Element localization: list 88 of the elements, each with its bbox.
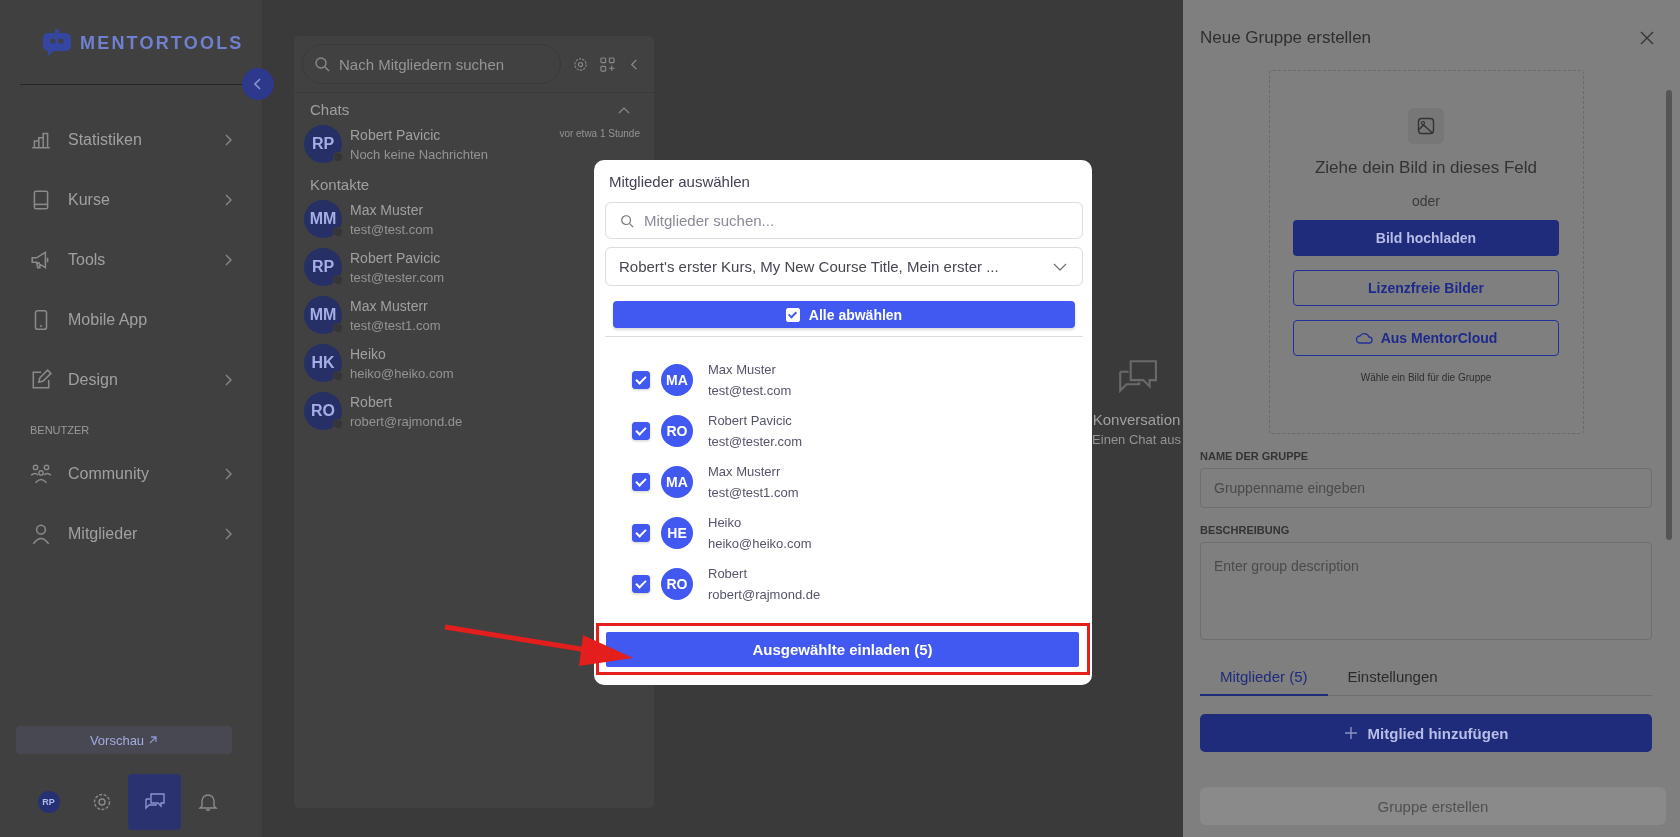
chat-bubbles-icon (143, 792, 166, 812)
empty-state-title: Konversation (1092, 410, 1181, 428)
collapse-sidebar-button[interactable] (242, 68, 274, 100)
image-dropzone[interactable]: Ziehe dein Bild in dieses Feld oder Bild hochladen Lizenzfreie Bilder Aus MentorCloud Wähle ein Bild für die Gruppe (1268, 70, 1584, 434)
chevron-right-icon (224, 194, 232, 206)
member-name: Heiko (708, 514, 743, 530)
brand-name: MENTORTOOLS (80, 32, 244, 54)
tab[interactable]: Mitglieder (5) (1200, 662, 1328, 696)
nav-item[interactable]: Statistiken (30, 110, 242, 170)
add-member-button[interactable]: Mitglied hinzufügen (1200, 714, 1652, 752)
member-checkbox[interactable] (632, 574, 650, 593)
chevron-right-icon (224, 134, 232, 146)
upload-image-button[interactable]: Bild hochladen (1293, 220, 1559, 256)
user-avatar: RO (304, 392, 342, 430)
separator-text: oder (1412, 193, 1440, 209)
scrollbar[interactable] (1666, 90, 1672, 540)
settings-icon (91, 792, 112, 812)
user-avatar: MA (661, 465, 693, 498)
chevron-right-icon (224, 374, 232, 386)
edit-icon (30, 369, 52, 391)
drawer-title: Neue Gruppe erstellen (1200, 28, 1372, 48)
person-icon (30, 523, 52, 545)
member-checkbox[interactable] (632, 370, 650, 389)
member-checkbox[interactable] (632, 523, 650, 542)
user-avatar: MM (304, 200, 342, 238)
member-email: robert@rajmond.de (708, 586, 821, 602)
dialog-title: Mitglieder auswählen (609, 173, 751, 190)
close-icon[interactable] (1640, 31, 1654, 45)
preview-button[interactable]: Vorschau (16, 726, 232, 754)
robot-logo-icon (42, 29, 72, 57)
free-images-button[interactable]: Lizenzfreie Bilder (1293, 270, 1559, 306)
bell-icon (197, 792, 218, 812)
nav-item[interactable]: Mobile App (30, 290, 242, 350)
member-name: Max Musterr (708, 463, 782, 479)
member-name: Robert Pavicic (708, 412, 793, 428)
user-avatar: MA (661, 363, 693, 396)
nav-item[interactable]: Kurse (30, 170, 242, 230)
user-avatar: RO (661, 567, 693, 600)
dropzone-hint: Wähle ein Bild für die Gruppe (1360, 372, 1492, 383)
add-widget-icon[interactable] (600, 56, 615, 72)
member-email: test@test1.com (708, 484, 799, 500)
chevron-left-icon (253, 77, 263, 91)
member-search-field[interactable]: Nach Mitgliedern suchen (302, 44, 561, 84)
chevron-up-icon[interactable] (618, 105, 630, 114)
plus-icon (1343, 726, 1358, 740)
field-label: NAME DER GRUPPE (1200, 450, 1310, 462)
settings-icon[interactable] (573, 56, 588, 72)
deselect-all-button[interactable]: Alle abwählen (613, 301, 1075, 328)
user-avatar: MM (304, 296, 342, 334)
member-email: heiko@heiko.com (708, 535, 812, 551)
section-heading: BENUTZER (30, 423, 91, 438)
section-heading: Chats (310, 101, 350, 118)
member-email: test@tester.com (708, 433, 803, 449)
user-avatar: RP (304, 125, 342, 163)
nav-item[interactable]: Tools (30, 230, 242, 290)
member-email: test@test.com (708, 382, 792, 398)
people-group-icon (30, 463, 52, 485)
nav-item[interactable]: Mitglieder (30, 504, 242, 564)
user-avatar: RP (304, 248, 342, 286)
chevron-right-icon (224, 254, 232, 266)
image-icon (1408, 108, 1444, 144)
member-checkbox[interactable] (632, 472, 650, 491)
chevron-down-icon (1053, 262, 1067, 271)
field-label: BESCHREIBUNG (1200, 524, 1291, 536)
nav-item[interactable]: Community (30, 444, 242, 504)
empty-state-text: Einen Chat aus (1092, 431, 1181, 447)
contact-item[interactable]: HK Heiko heiko@heiko.com (294, 339, 654, 387)
chevron-right-icon (224, 468, 232, 480)
invite-selected-button[interactable]: Ausgewählte einladen (5) (606, 632, 1079, 667)
section-heading: Kontakte (310, 176, 370, 193)
cloud-icon (1354, 332, 1373, 344)
contact-item[interactable]: RO Robert robert@rajmond.de (294, 387, 654, 435)
dropzone-heading: Ziehe dein Bild in dieses Feld (1314, 158, 1538, 178)
tab[interactable]: Einstellungen (1327, 662, 1458, 696)
member-name: Max Muster (708, 361, 777, 377)
external-link-icon (148, 735, 159, 745)
member-name: Robert (708, 565, 749, 581)
user-avatar: HE (661, 516, 693, 549)
member-checkbox[interactable] (632, 421, 650, 440)
nav-item[interactable]: Design (30, 350, 242, 410)
user-avatar: HK (304, 344, 342, 382)
search-icon (314, 56, 330, 72)
cloud-import-button[interactable]: Aus MentorCloud (1293, 320, 1559, 356)
chat-item[interactable]: RP Robert Pavicic Noch keine Nachrichten vor etwa 1 Stunde (294, 120, 654, 168)
chat-button[interactable] (128, 774, 181, 830)
chevron-right-icon (224, 528, 232, 540)
course-dropdown[interactable]: Robert's erster Kurs, My New Course Title, Mein erster ... (605, 247, 1083, 286)
user-avatar: RO (661, 414, 693, 447)
